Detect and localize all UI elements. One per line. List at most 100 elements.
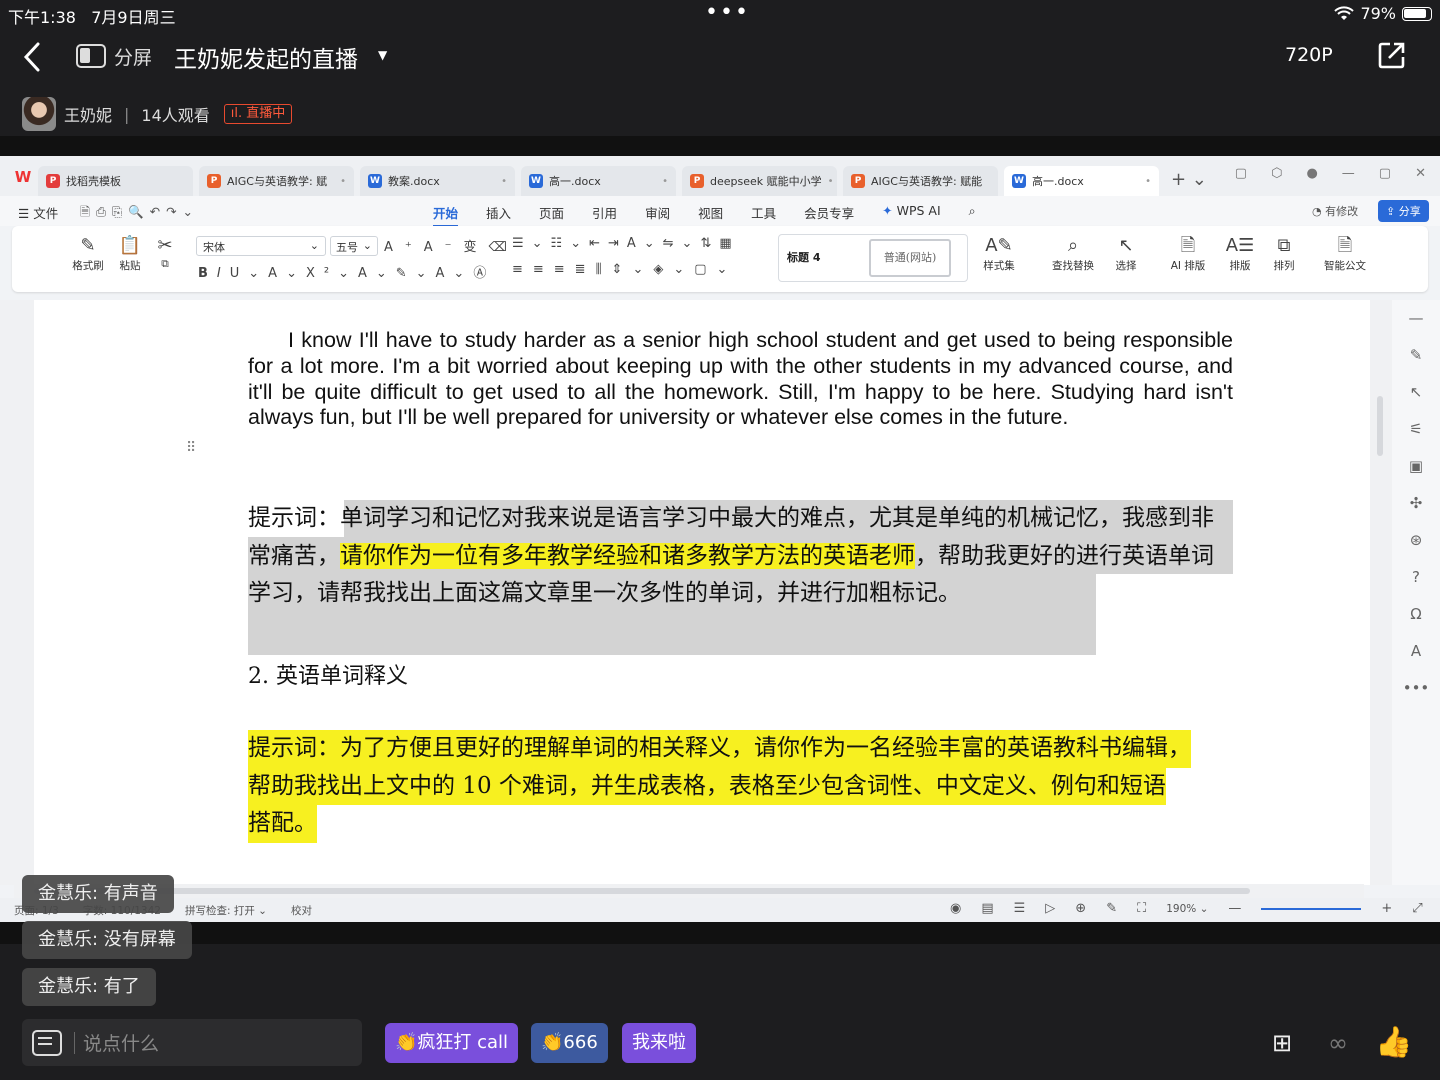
zoom-out-icon[interactable]: —: [1228, 901, 1241, 916]
spell-check[interactable]: 拼写检查: 打开 ⌄: [185, 903, 267, 918]
live-title[interactable]: 王奶妮发起的直播: [174, 40, 358, 74]
tab-6[interactable]: W 高一.docx •: [1004, 166, 1159, 196]
fit-icon[interactable]: ⛶: [1137, 901, 1146, 916]
zoom-level[interactable]: 190% ⌄: [1166, 903, 1208, 915]
quality-button[interactable]: 720P: [1285, 44, 1333, 66]
menu-reference[interactable]: 引用: [592, 203, 617, 227]
zoom-slider[interactable]: [1261, 907, 1362, 910]
multitask-dots-icon[interactable]: •••: [705, 0, 750, 25]
like-icon[interactable]: 👍: [1374, 1023, 1414, 1063]
document-page[interactable]: I know I'll have to study harder as a se…: [34, 300, 1370, 885]
tab-0[interactable]: P 找稻壳模板: [38, 166, 193, 196]
headset-icon[interactable]: Ω: [1392, 596, 1440, 633]
share-doc-button[interactable]: ⇪ 分享: [1378, 200, 1429, 222]
share-icon[interactable]: [1377, 40, 1407, 70]
font-select[interactable]: 宋体 ⌄: [196, 236, 326, 256]
prompt1-highlight: 请你作为一位有多年教学经验和诸多教学方法的英语老师: [340, 542, 915, 569]
more-icon[interactable]: •••: [1392, 670, 1440, 707]
tab-close-icon[interactable]: •: [501, 176, 507, 187]
tab-1[interactable]: P AIGC与英语教学: 赋 •: [199, 166, 354, 196]
ai-layout-button[interactable]: 🗎 AI 排版: [1162, 234, 1214, 273]
link-icon[interactable]: ∞: [1318, 1023, 1358, 1063]
maximize-icon[interactable]: ▢: [1379, 166, 1391, 181]
new-tab-icon[interactable]: + ⌄: [1171, 169, 1207, 190]
image-icon[interactable]: ▣: [1392, 448, 1440, 485]
font-format-icons[interactable]: BIU⌄A⌄X²⌄A⌄✎⌄A⌄Ⓐ: [198, 262, 495, 281]
tab-close-icon[interactable]: •: [662, 176, 668, 187]
quick-reply-coming-button[interactable]: 我来啦: [622, 1023, 696, 1063]
back-icon[interactable]: [18, 38, 52, 76]
drag-handle-icon[interactable]: ⠿: [186, 440, 196, 456]
tab-3[interactable]: W 高一.docx •: [521, 166, 676, 196]
avatar[interactable]: [22, 97, 56, 131]
translate-icon[interactable]: A: [1392, 633, 1440, 670]
style-heading4[interactable]: 标题 4: [787, 249, 820, 265]
quick-access-icons[interactable]: 🗎⎙⎘🔍↶↷⌄: [80, 203, 199, 224]
horizontal-scrollbar[interactable]: [14, 884, 1364, 898]
status-right: 79%: [1334, 4, 1432, 23]
close-icon[interactable]: ✕: [1415, 166, 1426, 181]
settings-sliders-icon[interactable]: ⚟: [1392, 411, 1440, 448]
restore-icon[interactable]: ▢: [1235, 166, 1247, 181]
wps-logo-icon[interactable]: W: [8, 162, 38, 192]
tab-5[interactable]: P AIGC与英语教学: 赋能: [843, 166, 998, 196]
page-view-icon[interactable]: ▤: [981, 901, 993, 916]
fullscreen-icon[interactable]: ⤢: [1412, 901, 1422, 916]
menu-member[interactable]: 会员专享: [804, 203, 854, 227]
pen-icon[interactable]: ✎: [1392, 337, 1440, 374]
help-icon[interactable]: ?: [1392, 559, 1440, 596]
menu-home[interactable]: 开始: [433, 203, 459, 227]
user-avatar-icon[interactable]: ●: [1306, 166, 1317, 181]
select-button[interactable]: ↖ 选择: [1106, 234, 1146, 273]
play-icon[interactable]: ▷: [1045, 901, 1055, 916]
paste-button[interactable]: 📋 粘贴: [112, 234, 148, 273]
tools-icon[interactable]: ✣: [1392, 485, 1440, 522]
quick-reply-call-button[interactable]: 👏疯狂打 call: [385, 1023, 519, 1063]
split-screen-button[interactable]: 分屏: [76, 36, 152, 76]
gift-icon[interactable]: ⊛: [1392, 522, 1440, 559]
eye-icon[interactable]: ◉: [950, 901, 961, 916]
scissors-icon: ✂: [157, 235, 173, 256]
outline-icon[interactable]: ☰: [1014, 901, 1026, 916]
list-icons[interactable]: ☰⌄☷⌄⇤⇥A⌄⇋⌄⇅▦: [512, 236, 740, 251]
menu-page[interactable]: 页面: [539, 203, 564, 227]
find-replace-button[interactable]: ⌕ 查找替换: [1044, 234, 1102, 273]
caret-down-icon[interactable]: ▼: [378, 48, 387, 62]
menu-wps-ai[interactable]: ✦ WPS AI: [882, 203, 941, 227]
cut-button[interactable]: ✂ ⧉: [154, 234, 176, 271]
pen-icon[interactable]: ✎: [1106, 901, 1117, 916]
tab-close-icon[interactable]: •: [340, 176, 346, 187]
vertical-scrollbar[interactable]: [1376, 306, 1384, 881]
apps-grid-icon[interactable]: ⊞: [1262, 1023, 1302, 1063]
layout-button[interactable]: A☰ 排版: [1220, 234, 1260, 273]
smart-doc-button[interactable]: 🗎 智能公文: [1318, 234, 1372, 273]
minimize-icon[interactable]: —: [1342, 166, 1355, 181]
cursor-icon[interactable]: ↖: [1392, 374, 1440, 411]
danmaku-toggle-icon[interactable]: [32, 1029, 62, 1056]
file-menu[interactable]: ☰ 文件: [18, 203, 58, 222]
style-normal-web[interactable]: 普通(网站): [869, 239, 951, 277]
tab-close-icon[interactable]: •: [828, 176, 834, 187]
tab-2[interactable]: W 教案.docx •: [360, 166, 515, 196]
align-icons[interactable]: ≡≡≡≣⫼⇕⌄◈⌄▢⌄: [512, 262, 737, 277]
modify-status[interactable]: ◔ 有修改: [1312, 203, 1358, 219]
arrange-button[interactable]: ⧉ 排列: [1264, 234, 1304, 273]
comment-input[interactable]: 说点什么: [22, 1019, 362, 1066]
quick-reply-666-button[interactable]: 👏666: [531, 1023, 608, 1063]
font-size-select[interactable]: 五号 ⌄: [330, 236, 378, 256]
format-painter-button[interactable]: ✎ 格式刷: [70, 234, 106, 273]
menu-tools[interactable]: 工具: [751, 203, 776, 227]
style-set-button[interactable]: A✎ 样式集: [974, 234, 1024, 273]
tab-4[interactable]: Pdeepseek 赋能中小学 •: [682, 166, 837, 196]
search-icon[interactable]: ⌕: [969, 203, 976, 227]
font-grow-shrink-icons[interactable]: A⁺A⁻变⌫: [384, 236, 519, 255]
proofread[interactable]: 校对: [291, 903, 312, 918]
tab-close-icon[interactable]: •: [1145, 176, 1151, 187]
menu-insert[interactable]: 插入: [486, 203, 511, 227]
menu-view[interactable]: 视图: [698, 203, 723, 227]
minimize-panel-icon[interactable]: —: [1392, 300, 1440, 337]
web-icon[interactable]: ⊕: [1075, 901, 1086, 916]
zoom-in-icon[interactable]: +: [1381, 901, 1392, 916]
menu-review[interactable]: 审阅: [645, 203, 670, 227]
cube-icon[interactable]: ⬡: [1271, 166, 1282, 181]
